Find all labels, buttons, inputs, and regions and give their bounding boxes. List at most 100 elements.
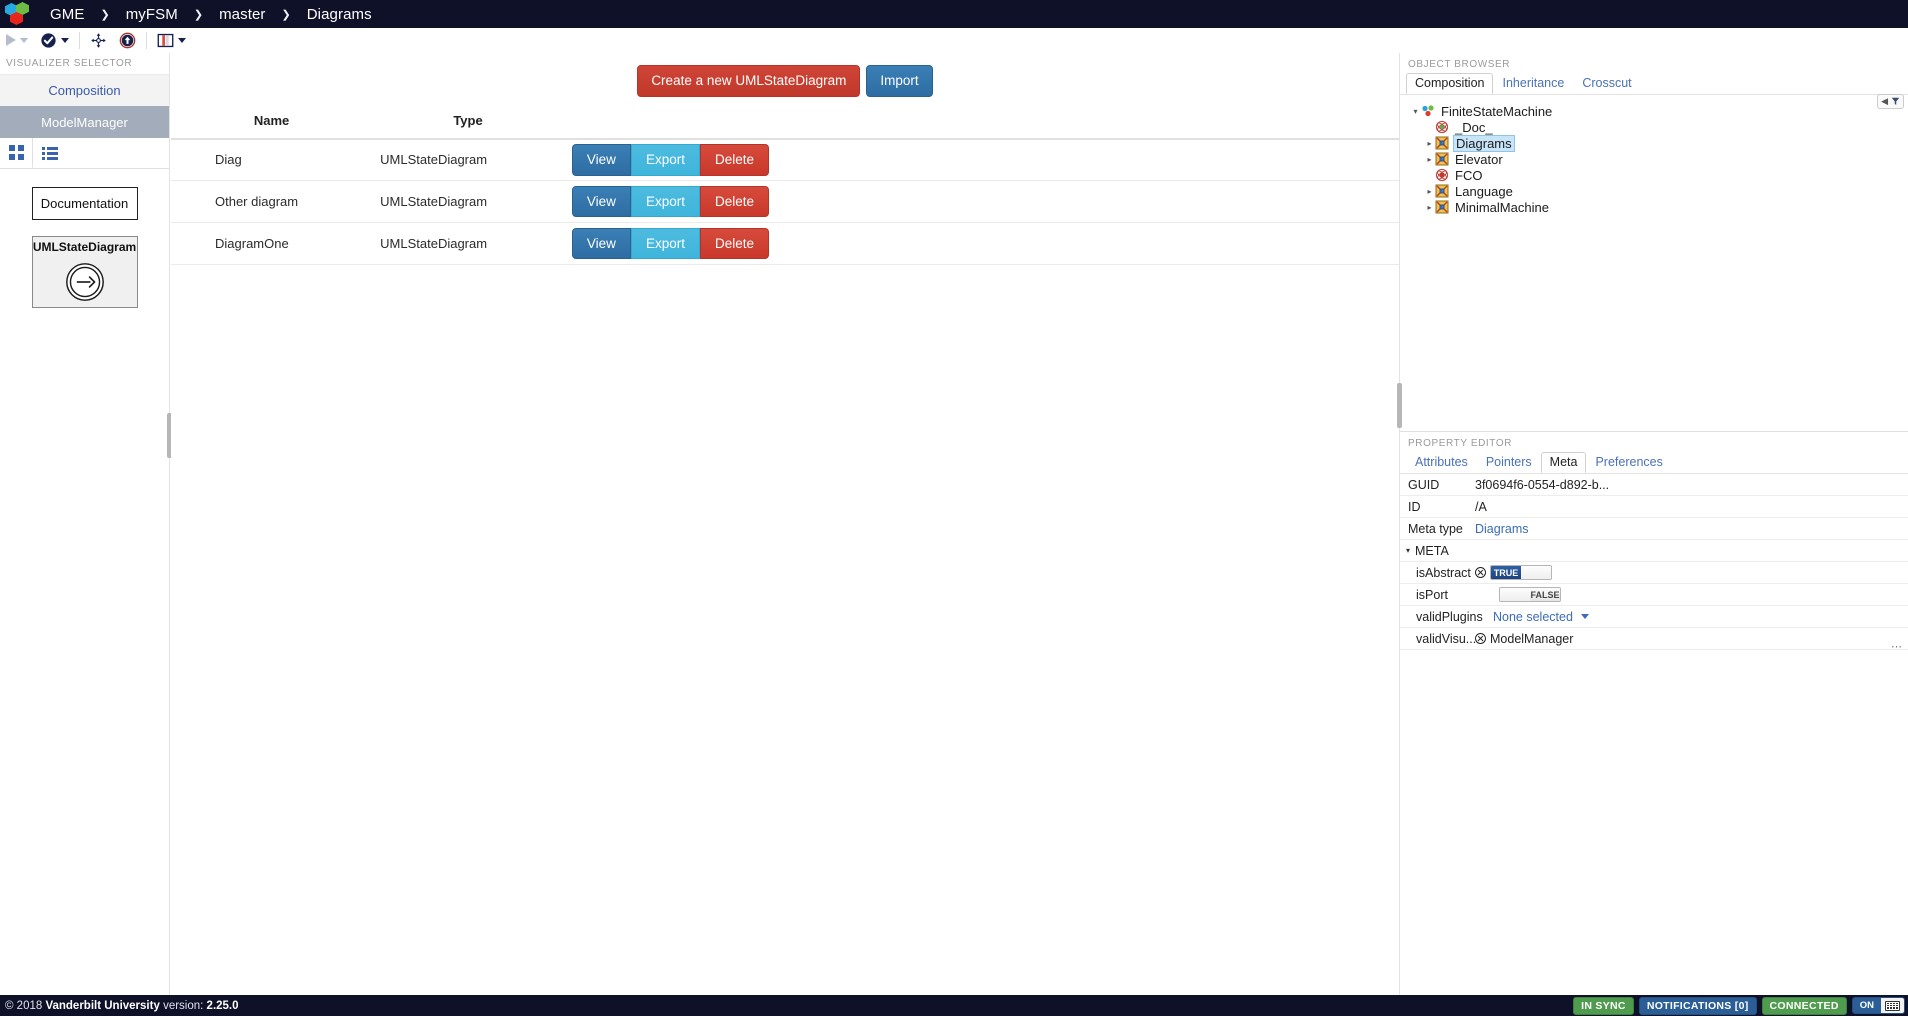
layout-button[interactable] [84, 28, 113, 53]
status-badge-connected[interactable]: CONNECTED [1761, 996, 1847, 1015]
import-button[interactable]: Import [866, 65, 933, 97]
view-button[interactable]: View [571, 144, 631, 176]
tree-node-label: FiniteStateMachine [1441, 103, 1553, 119]
create-new-umlstatediagram-button[interactable]: Create a new UMLStateDiagram [637, 65, 861, 97]
documentation-button[interactable]: Documentation [31, 187, 138, 220]
tree-node-language[interactable]: ▸ Language [1410, 183, 1908, 199]
part-card-label: UMLStateDiagram [32, 240, 137, 254]
column-header-name: Name [253, 112, 290, 128]
tab-meta[interactable]: Meta [1540, 452, 1587, 473]
tab-preferences[interactable]: Preferences [1586, 452, 1671, 473]
isabstract-toggle[interactable]: TRUE [1490, 565, 1552, 580]
tab-inheritance[interactable]: Inheritance [1493, 73, 1573, 94]
status-badge-sync[interactable]: IN SYNC [1573, 996, 1634, 1015]
view-button[interactable]: View [571, 227, 631, 260]
expander-icon[interactable]: ▸ [1424, 187, 1435, 196]
cell-type: UMLStateDiagram [380, 194, 488, 209]
breadcrumb-item-branch[interactable]: master [217, 6, 267, 23]
grid-view-toggle[interactable] [0, 138, 33, 168]
table-row[interactable]: Other diagram UMLStateDiagram View Expor… [171, 181, 1399, 223]
run-plugin-button[interactable] [0, 28, 34, 53]
view-button[interactable]: View [571, 185, 631, 218]
table-row[interactable]: Diag UMLStateDiagram View Export Delete [171, 139, 1399, 181]
validplugins-dropdown[interactable]: None selected [1475, 610, 1908, 624]
breadcrumb-item-project[interactable]: myFSM [124, 6, 180, 23]
property-value: 3f0694f6-0554-d892-b... [1475, 477, 1610, 492]
upload-button[interactable] [113, 28, 142, 53]
toolbar-divider [79, 31, 80, 49]
expander-icon[interactable]: ▸ [1424, 139, 1435, 148]
delete-button[interactable]: Delete [699, 144, 769, 176]
part-card-umlstatediagram[interactable]: UMLStateDiagram [31, 236, 138, 308]
visualizer-item-composition[interactable]: Composition [0, 74, 169, 106]
reset-value-icon[interactable] [1475, 567, 1486, 578]
state-transition-arrow-icon [65, 263, 104, 301]
property-row-isabstract[interactable]: isAbstract TRUE [1400, 562, 1908, 584]
tree-node-label: Language [1455, 183, 1513, 199]
right-panel-resize-handle[interactable] [1397, 383, 1402, 428]
export-button[interactable]: Export [630, 227, 700, 260]
property-row-validplugins[interactable]: validPlugins None selected [1400, 606, 1908, 628]
property-row-guid[interactable]: GUID 3f0694f6-0554-d892-b... [1400, 474, 1908, 496]
visualizer-item-modelmanager[interactable]: ModelManager [0, 106, 169, 138]
keyboard-icon [1881, 998, 1904, 1013]
action-button-bar: Create a new UMLStateDiagram Import [171, 53, 1399, 97]
right-sidebar: OBJECT BROWSER Composition Inheritance C… [1397, 53, 1908, 995]
table-header-row: Name Type [171, 107, 1399, 139]
tab-composition[interactable]: Composition [1406, 73, 1494, 94]
reset-value-icon[interactable] [1475, 633, 1486, 644]
keyboard-shortcuts-toggle[interactable]: ON [1851, 997, 1905, 1014]
breadcrumb-separator-icon: ❯ [193, 8, 204, 21]
tree-node-fco[interactable]: FCO [1410, 167, 1908, 183]
delete-button[interactable]: Delete [699, 227, 769, 260]
cell-type: UMLStateDiagram [380, 152, 488, 168]
property-overflow-icon[interactable]: ⋯ [1891, 640, 1903, 653]
chevron-down-icon [61, 37, 69, 43]
status-badge-notifications[interactable]: NOTIFICATIONS [0] [1638, 996, 1757, 1015]
object-browser-tree: ▾ FiniteStateMachine _Doc_ ▸ Diagrams ▸ … [1400, 95, 1908, 215]
property-row-metatype[interactable]: Meta type Diagrams [1400, 518, 1908, 540]
list-view-toggle[interactable] [33, 138, 66, 168]
tab-attributes[interactable]: Attributes [1406, 452, 1477, 473]
tree-node-elevator[interactable]: ▸ Elevator [1410, 151, 1908, 167]
property-value-link[interactable]: Diagrams [1475, 522, 1908, 536]
breadcrumb-separator-icon: ❯ [100, 8, 110, 21]
tree-node-doc[interactable]: _Doc_ [1410, 119, 1908, 135]
property-value: FALSE [1475, 587, 1908, 602]
panel-layout-button[interactable] [151, 28, 192, 53]
meta-section-label: META [1415, 543, 1449, 558]
meta-section-header[interactable]: ▾ META [1400, 540, 1908, 562]
cell-name: DiagramOne [215, 236, 289, 251]
fco-atom-icon [1435, 120, 1449, 134]
cell-actions: View Export Delete [564, 223, 1399, 265]
isport-toggle[interactable]: FALSE [1499, 587, 1561, 602]
tab-pointers[interactable]: Pointers [1477, 452, 1541, 473]
export-button[interactable]: Export [630, 185, 700, 218]
table-row[interactable]: DiagramOne UMLStateDiagram View Export D… [171, 223, 1399, 265]
delete-button[interactable]: Delete [699, 185, 769, 218]
property-row-id[interactable]: ID /A [1400, 496, 1908, 518]
object-browser-title: OBJECT BROWSER [1408, 59, 1511, 70]
tab-crosscut[interactable]: Crosscut [1573, 73, 1640, 94]
property-key: validPlugins [1416, 609, 1483, 624]
model-manager-content: Create a new UMLStateDiagram Import Name… [171, 53, 1399, 995]
chevron-down-icon [20, 37, 28, 43]
tree-node-minimalmachine[interactable]: ▸ MinimalMachine [1410, 199, 1908, 215]
top-navigation-bar: GME ❯ myFSM ❯ master ❯ Diagrams [0, 0, 1908, 28]
property-row-isport[interactable]: isPort FALSE [1400, 584, 1908, 606]
breadcrumb-item-gme[interactable]: GME [48, 6, 86, 23]
move-arrows-icon [91, 32, 106, 48]
expander-icon[interactable]: ▸ [1424, 203, 1435, 212]
gme-logo[interactable] [4, 1, 38, 27]
expander-icon[interactable]: ▾ [1410, 107, 1421, 116]
check-model-button[interactable] [34, 28, 75, 53]
property-row-validvisualizers[interactable]: validVisu... ModelManager [1400, 628, 1908, 650]
export-button[interactable]: Export [630, 144, 700, 176]
upload-circle-icon [119, 32, 136, 48]
breadcrumb-item-node[interactable]: Diagrams [305, 6, 374, 23]
tree-node-diagrams[interactable]: ▸ Diagrams [1410, 134, 1908, 152]
property-value: /A [1475, 499, 1487, 514]
breadcrumb-separator-icon: ❯ [281, 8, 291, 21]
tree-node-finitestatemachine[interactable]: ▾ FiniteStateMachine [1410, 103, 1908, 119]
expander-icon[interactable]: ▸ [1424, 155, 1435, 164]
